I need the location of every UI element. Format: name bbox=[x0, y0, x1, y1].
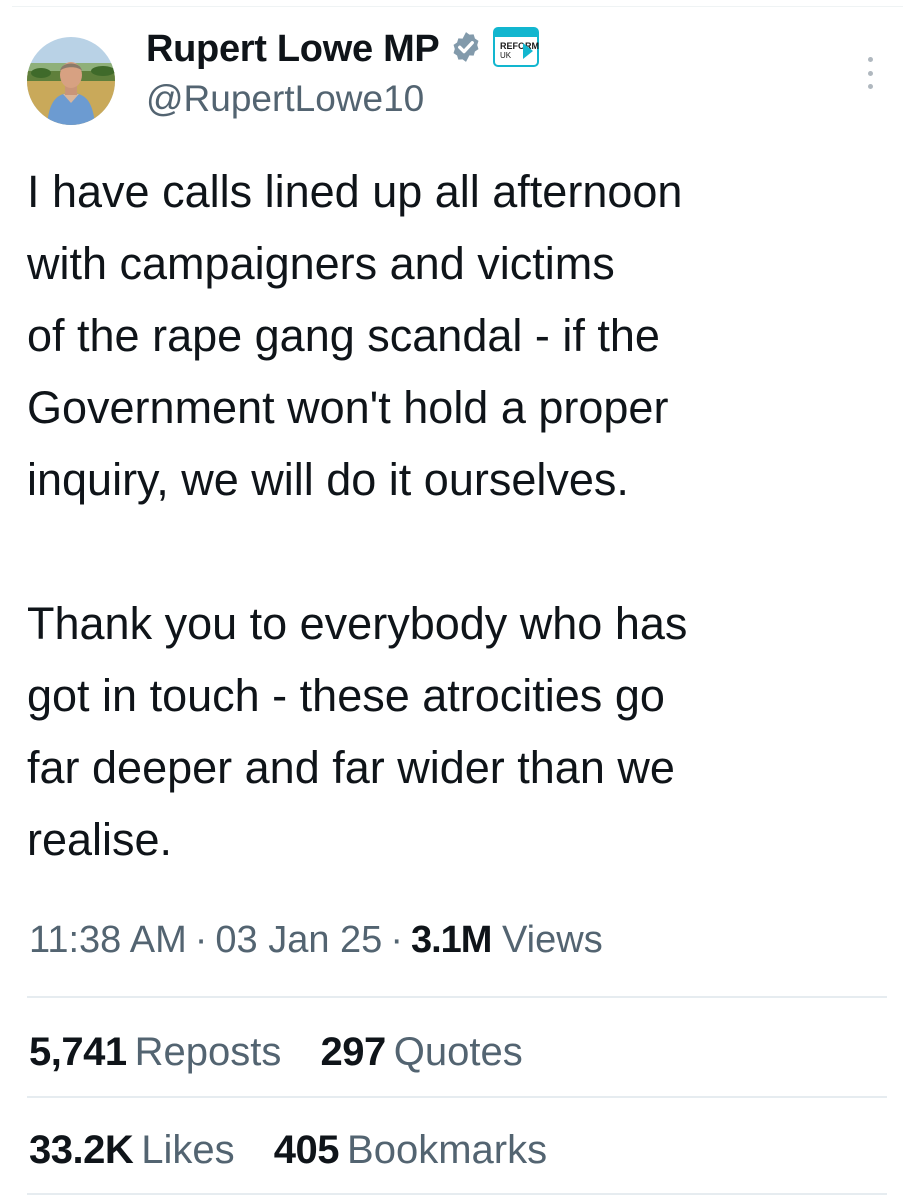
likes-count: 33.2K bbox=[29, 1128, 134, 1172]
tweet-time[interactable]: 11:38 AM bbox=[29, 919, 187, 961]
reposts-count: 5,741 bbox=[29, 1030, 127, 1074]
quotes-label: Quotes bbox=[393, 1030, 523, 1074]
display-name[interactable]: Rupert Lowe MP bbox=[146, 27, 440, 71]
more-dot bbox=[867, 84, 873, 89]
tweet-paragraph-1: I have calls lined up all afternoon with… bbox=[27, 156, 887, 516]
stats-row-likes: 33.2K Likes 405 Bookmarks bbox=[29, 1122, 575, 1178]
user-handle[interactable]: @RupertLowe10 bbox=[146, 77, 424, 121]
tweet-date[interactable]: 03 Jan 25 bbox=[215, 919, 382, 961]
meta-separator: · bbox=[390, 919, 403, 961]
avatar-photo bbox=[27, 37, 115, 125]
tweet-text: I have calls lined up all afternoon with… bbox=[27, 156, 887, 876]
reposts-stat[interactable]: 5,741 Reposts bbox=[29, 1024, 281, 1080]
likes-label: Likes bbox=[141, 1128, 235, 1172]
more-options-vertical-icon[interactable] bbox=[865, 57, 875, 89]
views-label: Views bbox=[502, 919, 603, 961]
tweet-line: I have calls lined up all afternoon bbox=[27, 166, 683, 217]
meta-separator: · bbox=[194, 919, 208, 961]
quotes-stat[interactable]: 297 Quotes bbox=[320, 1024, 522, 1080]
quotes-count: 297 bbox=[320, 1030, 386, 1074]
divider bbox=[27, 1096, 887, 1098]
tweet-meta: 11:38 AM · 03 Jan 25 · 3.1M Views bbox=[29, 912, 603, 968]
tweet-line: with campaigners and victims bbox=[27, 238, 615, 289]
more-dot bbox=[867, 70, 873, 76]
tweet-header: Rupert Lowe MP REFORM UK @RupertLowe10 bbox=[27, 26, 887, 137]
bookmarks-stat[interactable]: 405 Bookmarks bbox=[274, 1122, 547, 1178]
tweet-line: inquiry, we will do it ourselves. bbox=[27, 454, 629, 505]
likes-stat[interactable]: 33.2K Likes bbox=[29, 1122, 235, 1178]
name-row: Rupert Lowe MP REFORM UK bbox=[146, 26, 540, 72]
tweet-line: far deeper and far wider than we bbox=[27, 742, 675, 793]
verified-badge-icon bbox=[449, 30, 483, 69]
avatar[interactable] bbox=[27, 37, 115, 125]
tweet-line: realise. bbox=[27, 814, 173, 865]
top-divider bbox=[12, 6, 903, 7]
divider bbox=[27, 1193, 887, 1195]
reposts-label: Reposts bbox=[134, 1030, 282, 1074]
tweet-paragraph-2: Thank you to everybody who has got in to… bbox=[27, 588, 887, 876]
tweet-line: got in touch - these atrocities go bbox=[27, 670, 665, 721]
party-badge-icon[interactable]: REFORM UK bbox=[493, 26, 540, 72]
stats-row-engagement: 5,741 Reposts 297 Quotes bbox=[29, 1024, 551, 1080]
party-badge-text-bottom: UK bbox=[500, 51, 512, 60]
more-dot bbox=[867, 57, 873, 62]
tweet-line: of the rape gang scandal - if the bbox=[27, 310, 660, 361]
divider bbox=[27, 996, 887, 998]
bookmarks-count: 405 bbox=[273, 1128, 340, 1172]
tweet-line: Thank you to everybody who has bbox=[27, 598, 688, 649]
party-badge-text-top: REFORM bbox=[500, 41, 539, 51]
views-count: 3.1M bbox=[410, 919, 492, 961]
bookmarks-label: Bookmarks bbox=[347, 1128, 548, 1172]
tweet-line: Government won't hold a proper bbox=[27, 382, 669, 433]
